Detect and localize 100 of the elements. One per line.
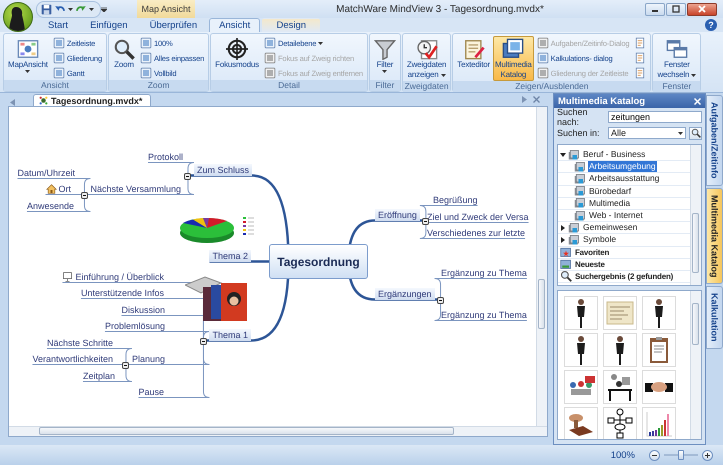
minimize-button[interactable] — [645, 2, 665, 16]
ribbon-button[interactable]: Filter — [372, 36, 398, 80]
panel-icon — [264, 37, 276, 49]
topic-label[interactable]: Protokoll — [148, 151, 183, 163]
thumbnail[interactable] — [642, 370, 676, 404]
panel-title: Multimedia Katalog — [558, 96, 646, 106]
ribbon-button[interactable]: Fenster wechseln — [655, 36, 698, 81]
topic-label[interactable]: Verantwortlichkeiten — [32, 353, 113, 365]
customize-icon[interactable] — [101, 6, 107, 12]
thumbnail[interactable] — [564, 370, 598, 404]
ribbon-button[interactable]: Fokusmodus — [213, 36, 261, 80]
topic-label[interactable]: Eröffnung — [375, 209, 420, 221]
topic-label[interactable]: Anwesende — [26, 200, 74, 212]
thumbnail[interactable] — [564, 333, 598, 367]
catalog-tree-item[interactable]: Arbeitsumgebung — [588, 161, 657, 172]
collapse-toggle[interactable] — [200, 338, 207, 344]
vertical-scrollbar[interactable] — [690, 145, 701, 285]
topic-label[interactable]: Datum/Uhrzeit — [17, 167, 75, 179]
ribbon-group-label: Fenster — [653, 81, 700, 92]
help-button[interactable]: ? — [705, 19, 717, 31]
topic-label[interactable]: Thema 1 — [209, 329, 251, 341]
scrollbar-thumb[interactable] — [692, 213, 699, 273]
topic-label[interactable]: Ergänzungen — [375, 288, 435, 300]
zoom-out-button[interactable] — [649, 450, 660, 460]
central-topic[interactable]: Tagesordnung — [269, 244, 368, 279]
topic-label[interactable]: Ziel und Zweck der Versa — [427, 211, 529, 223]
thumbnail[interactable] — [642, 296, 676, 330]
topic-label[interactable]: Begrüßung — [433, 194, 478, 206]
topic-label[interactable]: Problemlösung — [104, 320, 165, 332]
topic-label[interactable]: Nächste Versammlung — [90, 183, 181, 195]
ribbon-tab[interactable]: Einfügen — [80, 18, 138, 32]
thumbnail[interactable] — [642, 333, 676, 367]
thumbnail[interactable] — [603, 333, 637, 367]
side-tab[interactable]: Kalkulation — [706, 286, 723, 349]
topic-label[interactable]: Ergänzung zu Thema — [441, 309, 527, 321]
topic-label[interactable]: Planung — [132, 353, 165, 365]
maximize-button[interactable] — [666, 2, 686, 16]
close-icon[interactable] — [533, 96, 540, 103]
ribbon-button[interactable]: Multimedia Katalog — [492, 36, 534, 81]
scope-dropdown[interactable]: Alle — [608, 127, 686, 139]
horizontal-scrollbar[interactable] — [9, 426, 547, 436]
thumbnail[interactable] — [603, 296, 637, 330]
catalog-tree-item[interactable]: Suchergebnis (2 gefunden) — [574, 270, 674, 282]
ribbon-button[interactable]: MapAnsicht — [6, 36, 50, 80]
catalog-tree-item[interactable]: Symbole — [582, 234, 618, 246]
topic-label[interactable]: Pause — [138, 386, 164, 398]
ribbon-tab[interactable]: Design — [262, 18, 320, 32]
vertical-scrollbar[interactable] — [536, 107, 547, 426]
scrollbar-thumb[interactable] — [692, 303, 699, 345]
collapse-toggle[interactable] — [122, 362, 130, 368]
ribbon-button[interactable]: Zweigdaten anzeigen — [404, 36, 448, 81]
ribbon-tab[interactable]: Ansicht — [209, 18, 260, 32]
thumbnail[interactable] — [603, 370, 637, 404]
slider-thumb[interactable] — [678, 450, 684, 460]
zoom-in-button[interactable] — [702, 450, 713, 460]
collapse-toggle[interactable] — [422, 218, 430, 224]
scrollbar-thumb[interactable] — [39, 427, 454, 435]
ribbon-tab[interactable]: Überprüfen — [140, 18, 208, 32]
ribbon-button[interactable]: Zoom — [110, 36, 137, 80]
side-tab[interactable]: Multimedia Katalog — [706, 188, 723, 284]
catalog-tree-item[interactable]: Neueste — [574, 258, 606, 270]
scrollbar-thumb[interactable] — [538, 279, 545, 329]
ribbon-button[interactable]: Texteditor — [455, 36, 492, 81]
ribbon-tab[interactable]: Start — [38, 18, 78, 32]
document-tab[interactable]: Tagesordnung.mvdx* — [33, 94, 152, 106]
catalog-tree-item[interactable]: Web - Internet — [588, 210, 644, 222]
collapse-toggle[interactable] — [184, 172, 192, 180]
topic-label[interactable]: Nächste Schritte — [46, 337, 113, 349]
search-icon — [690, 128, 700, 138]
topic-label[interactable]: Thema 2 — [209, 250, 251, 262]
topic-label[interactable]: Verschiedenes zur letzte — [427, 227, 526, 239]
search-field[interactable]: zeitungen — [608, 111, 702, 123]
topic-label[interactable]: Zum Schluss — [194, 164, 252, 176]
catalog-tree-item[interactable]: Favoriten — [574, 246, 610, 258]
catalog-tree-item[interactable]: Bürobedarf — [588, 186, 632, 197]
catalog-tree-item[interactable]: Gemeinwesen — [582, 222, 638, 234]
catalog-tree-item[interactable]: Arbeitsausstattung — [588, 173, 660, 184]
catalog-tree-item[interactable]: Multimedia — [588, 198, 632, 209]
topic-label[interactable]: Ort — [58, 183, 71, 195]
side-tab[interactable]: Aufgaben/Zeitinfo — [706, 95, 723, 186]
thumbnail[interactable] — [564, 407, 598, 439]
collapse-toggle[interactable] — [80, 192, 88, 198]
topic-label[interactable]: Zeitplan — [82, 370, 115, 382]
collapse-toggle[interactable] — [437, 296, 444, 304]
topic-label[interactable]: Diskussion — [121, 304, 165, 316]
collapsed-arrow-icon[interactable] — [560, 224, 566, 231]
catalog-tree-item[interactable]: Beruf - Business — [582, 149, 646, 160]
expanded-arrow-icon[interactable] — [560, 152, 566, 158]
zoom-level: 100% — [610, 450, 635, 460]
topic-label[interactable]: Ergänzung zu Thema — [441, 267, 527, 279]
close-button[interactable] — [687, 2, 717, 16]
thumbnail[interactable] — [603, 407, 637, 439]
thumbnail[interactable] — [564, 296, 598, 330]
topic-label[interactable]: Unterstützende Infos — [80, 287, 164, 299]
vertical-scrollbar[interactable] — [690, 291, 701, 439]
thumbnail[interactable] — [642, 407, 676, 439]
topic-label[interactable]: Einführung / Überblick — [75, 271, 164, 283]
collapsed-arrow-icon[interactable] — [560, 236, 566, 243]
search-button[interactable] — [689, 126, 702, 140]
save-icon[interactable] — [41, 4, 52, 14]
